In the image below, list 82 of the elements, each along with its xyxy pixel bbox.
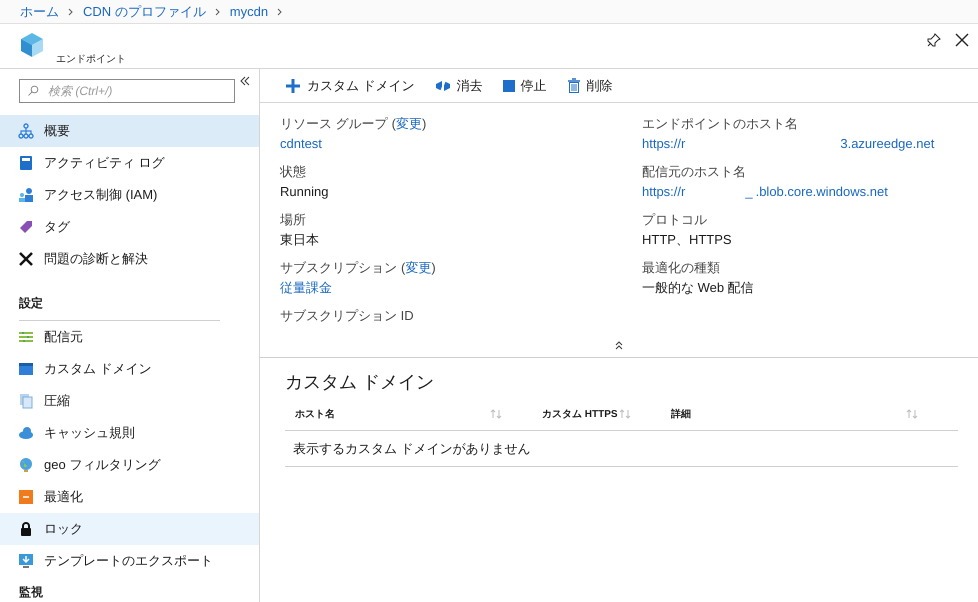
property-label: プロトコル xyxy=(642,211,708,229)
property-value: 東日本 xyxy=(280,230,320,248)
sidebar-item[interactable]: 概要 xyxy=(0,115,259,147)
sidebar-item[interactable]: アクセス制御 (IAM) xyxy=(0,179,259,211)
property-value: 一般的な Web 配信 xyxy=(642,278,754,296)
property-value[interactable]: 従量課金 xyxy=(280,278,642,297)
sort-icon xyxy=(490,409,502,419)
documents-icon xyxy=(18,393,34,409)
lock-icon xyxy=(18,521,34,537)
property-label: 場所 xyxy=(280,211,306,229)
property-value[interactable]: 3.azureedge.net xyxy=(840,134,934,153)
section-header: 監視 xyxy=(19,584,44,601)
sidebar-item[interactable]: geo フィルタリング xyxy=(0,449,259,481)
network-icon xyxy=(18,123,34,139)
property-value: Running xyxy=(280,182,330,201)
stop-icon xyxy=(502,80,515,92)
column-header[interactable]: ホスト名 xyxy=(285,406,542,422)
property-label: 配信元のホスト名 xyxy=(642,163,747,181)
parenthesis: ) xyxy=(422,115,426,133)
toolbar-button[interactable]: カスタム ドメイン xyxy=(285,76,415,96)
section-header: 設定 xyxy=(19,295,44,312)
breadcrumb-link[interactable]: ホーム xyxy=(20,2,59,22)
trash-icon xyxy=(566,78,581,94)
sliders-icon xyxy=(18,329,34,345)
change-link[interactable]: 変更 xyxy=(396,114,422,134)
sidebar-item[interactable]: 配信元 xyxy=(0,321,259,353)
sidebar-item[interactable]: アクティビティ ログ xyxy=(0,147,259,179)
collapse-icon[interactable] xyxy=(614,340,624,350)
cloud-icon xyxy=(18,425,34,441)
plus-icon xyxy=(285,78,301,94)
toolbar-button[interactable]: 削除 xyxy=(566,76,613,96)
globe-icon xyxy=(18,457,34,473)
search-icon xyxy=(27,85,39,97)
people-icon xyxy=(18,187,34,203)
property-value[interactable]: _ xyxy=(745,182,753,201)
property-value[interactable]: cdntest xyxy=(280,134,642,153)
sidebar-item[interactable]: テンプレートのエクスポート xyxy=(0,545,259,577)
sidebar-item[interactable]: 問題の診断と解決 xyxy=(0,243,259,275)
property-value[interactable]: .blob.core.windows.net xyxy=(756,182,888,201)
property-label: 最適化の種類 xyxy=(642,259,721,277)
toolbar-button[interactable]: 消去 xyxy=(434,76,483,96)
sidebar-item[interactable]: 最適化 xyxy=(0,481,259,513)
tag-icon xyxy=(18,219,34,235)
sort-icon xyxy=(619,409,631,419)
blade-title: エンドポイント xyxy=(56,53,126,67)
property-label: サブスクリプション xyxy=(280,259,397,277)
monitor-download-icon xyxy=(18,553,34,569)
sidebar-item[interactable]: タグ xyxy=(0,211,259,243)
property-label: リソース グループ xyxy=(280,115,388,133)
sidebar-item[interactable]: ロック xyxy=(0,513,259,545)
sidebar-item[interactable]: 圧縮 xyxy=(0,385,259,417)
collapse-icon[interactable] xyxy=(239,75,251,87)
empty-message: 表示するカスタム ドメインがありません xyxy=(293,440,531,458)
purge-icon xyxy=(434,80,451,92)
sidebar-item[interactable]: カスタム ドメイン xyxy=(0,353,259,385)
chevron-icon xyxy=(276,8,284,16)
sidebar-item[interactable]: キャッシュ規則 xyxy=(0,417,259,449)
parenthesis: ( xyxy=(401,259,406,277)
breadcrumb-link[interactable]: CDN のプロファイル xyxy=(83,2,206,22)
column-header[interactable]: 詳細 xyxy=(671,406,958,422)
cube-icon xyxy=(20,32,44,58)
column-header[interactable]: カスタム HTTPS xyxy=(542,406,671,422)
property-label: エンドポイントのホスト名 xyxy=(642,115,799,133)
search-field[interactable]: 検索 (Ctrl+/) xyxy=(19,79,235,103)
section-title: カスタム ドメイン xyxy=(285,371,436,394)
close-icon[interactable] xyxy=(954,32,970,48)
parenthesis: ( xyxy=(392,115,396,133)
property-value[interactable]: https://r xyxy=(642,134,686,153)
chevron-icon xyxy=(67,8,75,16)
browser-icon xyxy=(18,361,34,377)
parenthesis: ) xyxy=(431,259,436,277)
toolbar-button[interactable]: 停止 xyxy=(502,76,547,96)
property-label: サブスクリプション ID xyxy=(280,307,414,325)
property-label: 状態 xyxy=(280,163,306,181)
property-value: HTTP、HTTPS xyxy=(642,230,732,248)
breadcrumb-link[interactable]: mycdn xyxy=(230,2,268,22)
log-icon xyxy=(18,155,34,171)
change-link[interactable]: 変更 xyxy=(405,258,432,278)
property-value[interactable]: https://r xyxy=(642,182,686,201)
chevron-icon xyxy=(214,8,222,16)
pin-icon[interactable] xyxy=(926,32,942,48)
sort-icon xyxy=(906,409,918,419)
